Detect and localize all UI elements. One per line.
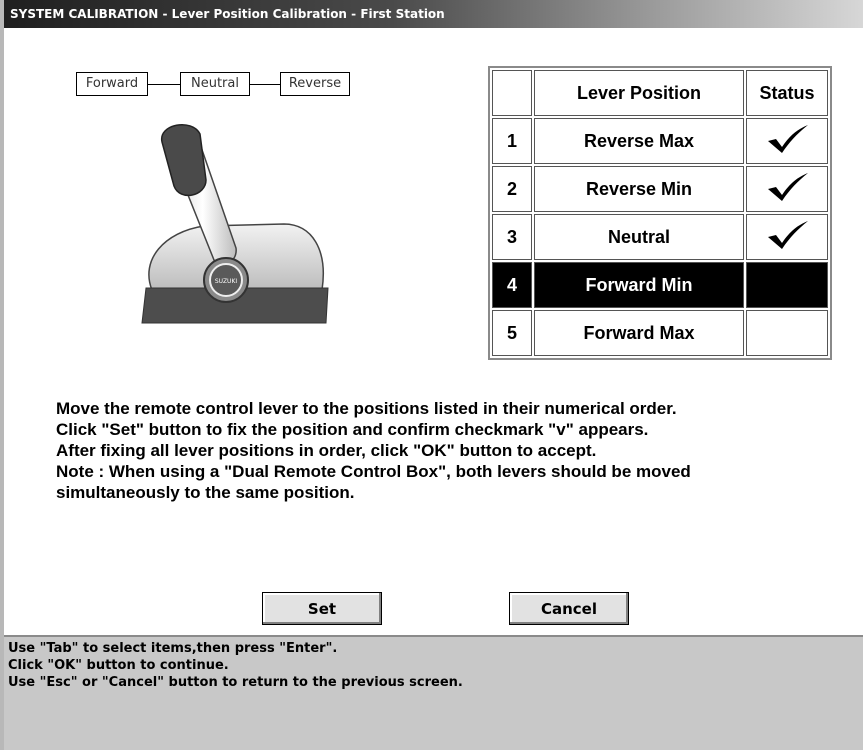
connector-line (250, 84, 280, 85)
help-line: Click "OK" button to continue. (8, 658, 229, 673)
position-label-reverse: Reverse (280, 72, 350, 96)
checkmark-icon (768, 172, 808, 201)
position-label-neutral: Neutral (180, 72, 250, 96)
lever-position-table: Lever Position Status 1 Reverse Max 2 Re… (488, 66, 832, 360)
row-number: 3 (492, 214, 532, 260)
instruction-line: simultaneously to the same position. (56, 483, 355, 502)
instruction-line: Click "Set" button to fix the position a… (56, 420, 649, 439)
table-header-row: Lever Position Status (492, 70, 828, 116)
svg-text:SUZUKI: SUZUKI (215, 278, 238, 285)
row-number: 4 (492, 262, 532, 308)
row-lever-position: Forward Min (534, 262, 744, 308)
table-row[interactable]: 2 Reverse Min (492, 166, 828, 212)
checkmark-icon (768, 220, 808, 249)
table-header-lever-position: Lever Position (534, 70, 744, 116)
cancel-button[interactable]: Cancel (509, 592, 629, 625)
row-number: 5 (492, 310, 532, 356)
window-title: SYSTEM CALIBRATION - Lever Position Cali… (4, 0, 863, 28)
connector-line (148, 84, 180, 85)
table-row[interactable]: 5 Forward Max (492, 310, 828, 356)
help-line: Use "Esc" or "Cancel" button to return t… (8, 675, 463, 690)
table-header-status: Status (746, 70, 828, 116)
checkmark-icon (768, 124, 808, 153)
row-lever-position: Reverse Min (534, 166, 744, 212)
table-header-number (492, 70, 532, 116)
row-number: 1 (492, 118, 532, 164)
row-status (746, 310, 828, 356)
row-status (746, 166, 828, 212)
instruction-line: Note : When using a "Dual Remote Control… (56, 462, 691, 481)
instructions-text: Move the remote control lever to the pos… (56, 398, 836, 503)
row-lever-position: Neutral (534, 214, 744, 260)
lever-position-diagram: Forward Neutral Reverse (76, 72, 356, 96)
row-status (746, 262, 828, 308)
row-lever-position: Forward Max (534, 310, 744, 356)
remote-control-lever-image: SUZUKI (141, 124, 329, 324)
row-number: 2 (492, 166, 532, 212)
instruction-line: Move the remote control lever to the pos… (56, 399, 677, 418)
row-status (746, 118, 828, 164)
help-panel: Use "Tab" to select items,then press "En… (4, 635, 863, 750)
table-row[interactable]: 3 Neutral (492, 214, 828, 260)
row-status (746, 214, 828, 260)
table-row-selected[interactable]: 4 Forward Min (492, 262, 828, 308)
set-button[interactable]: Set (262, 592, 382, 625)
position-label-forward: Forward (76, 72, 148, 96)
help-line: Use "Tab" to select items,then press "En… (8, 641, 338, 656)
instruction-line: After fixing all lever positions in orde… (56, 441, 597, 460)
row-lever-position: Reverse Max (534, 118, 744, 164)
table-row[interactable]: 1 Reverse Max (492, 118, 828, 164)
